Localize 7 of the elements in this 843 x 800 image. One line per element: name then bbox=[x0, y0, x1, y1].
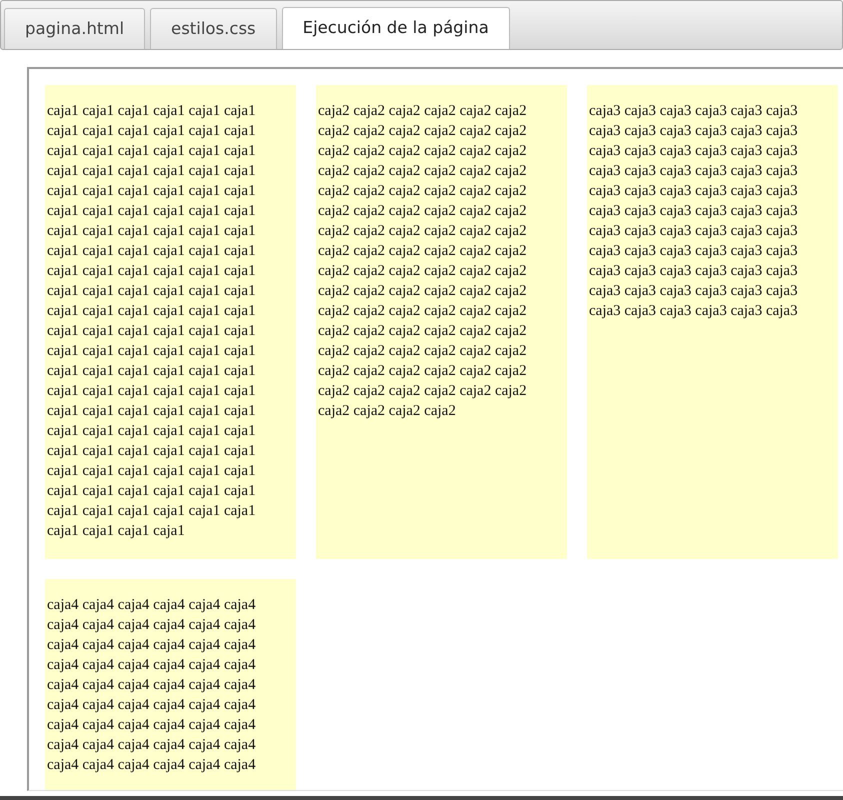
text-block: caja4 caja4 caja4 caja4 caja4 caja4 caja4 caja4 caja4 caja4 caja4 caja4 caja4 caja4 caja4 caja4 caja4 caja4 caja4 caja4 caja4 caja4 caja4 caja4 caja4 caja4 caja4 caja4 caja4 caja4 caja4 caja4 caja4 caja4 caja4 caja4 caja4 caja4 caja4 caja4 caja4 caja4 caja4 caja4 caja4 caja4 caja4 caja4 caja4 caja4 caja4 caja4 caja4 caja4 bbox=[45, 579, 296, 790]
text-block: caja2 caja2 caja2 caja2 caja2 caja2 caja2 caja2 caja2 caja2 caja2 caja2 caja2 caja2 caja2 caja2 caja2 caja2 caja2 caja2 caja2 caja2 caja2 caja2 caja2 caja2 caja2 caja2 caja2 caja2 caja2 caja2 caja2 caja2 caja2 caja2 caja2 caja2 caja2 caja2 caja2 caja2 caja2 caja2 caja2 caja2 caja2 caja2 caja2 caja2 caja2 caja2 caja2 caja2 caja2 caja2 caja2 caja2 caja2 caja2 caja2 caja2 caja2 caja2 caja2 caja2 caja2 caja2 caja2 caja2 caja2 caja2 caja2 caja2 caja2 caja2 caja2 caja2 caja2 caja2 caja2 caja2 caja2 caja2 caja2 caja2 caja2 caja2 caja2 caja2 caja2 caja2 caja2 caja2 bbox=[316, 85, 567, 559]
tab[interactable]: estilos.css bbox=[150, 8, 277, 49]
text-block: caja3 caja3 caja3 caja3 caja3 caja3 caja3 caja3 caja3 caja3 caja3 caja3 caja3 caja3 caja3 caja3 caja3 caja3 caja3 caja3 caja3 caja3 caja3 caja3 caja3 caja3 caja3 caja3 caja3 caja3 caja3 caja3 caja3 caja3 caja3 caja3 caja3 caja3 caja3 caja3 caja3 caja3 caja3 caja3 caja3 caja3 caja3 caja3 caja3 caja3 caja3 caja3 caja3 caja3 caja3 caja3 caja3 caja3 caja3 caja3 caja3 caja3 caja3 caja3 caja3 caja3 bbox=[587, 85, 838, 559]
tab[interactable]: Ejecución de la página bbox=[282, 7, 510, 49]
text-block: caja1 caja1 caja1 caja1 caja1 caja1 caja1 caja1 caja1 caja1 caja1 caja1 caja1 caja1 caja1 caja1 caja1 caja1 caja1 caja1 caja1 caja1 caja1 caja1 caja1 caja1 caja1 caja1 caja1 caja1 caja1 caja1 caja1 caja1 caja1 caja1 caja1 caja1 caja1 caja1 caja1 caja1 caja1 caja1 caja1 caja1 caja1 caja1 caja1 caja1 caja1 caja1 caja1 caja1 caja1 caja1 caja1 caja1 caja1 caja1 caja1 caja1 caja1 caja1 caja1 caja1 caja1 caja1 caja1 caja1 caja1 caja1 caja1 caja1 caja1 caja1 caja1 caja1 caja1 caja1 caja1 caja1 caja1 caja1 caja1 caja1 caja1 caja1 caja1 caja1 caja1 caja1 caja1 caja1 caja1 caja1 caja1 caja1 caja1 caja1 caja1 caja1 caja1 caja1 caja1 caja1 caja1 caja1 caja1 caja1 caja1 caja1 caja1 caja1 caja1 caja1 caja1 caja1 caja1 caja1 caja1 caja1 caja1 caja1 caja1 caja1 caja1 caja1 caja1 caja1 bbox=[45, 85, 296, 559]
tab[interactable]: pagina.html bbox=[4, 8, 146, 49]
